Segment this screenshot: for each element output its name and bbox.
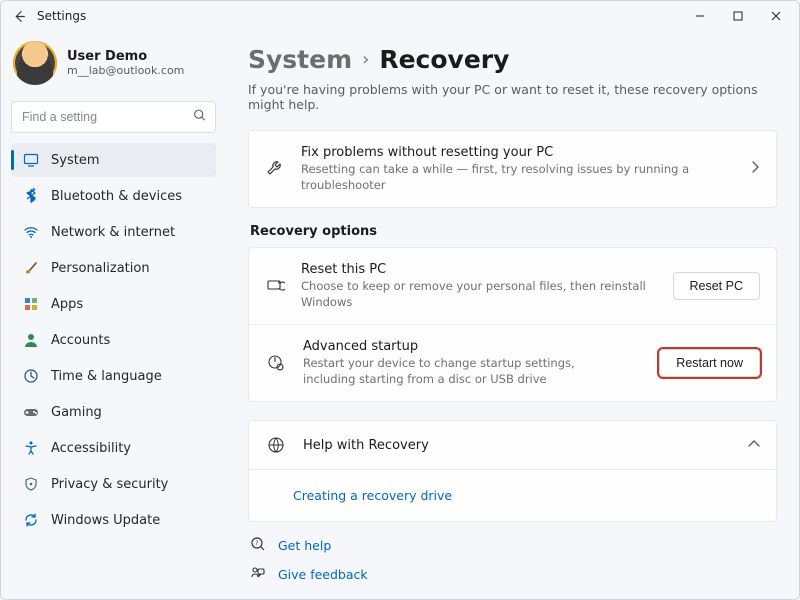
window-controls: [681, 2, 795, 30]
sidebar-item-gaming[interactable]: Gaming: [11, 395, 216, 429]
nav-list: System Bluetooth & devices Network & int…: [11, 143, 216, 537]
restart-now-button[interactable]: Restart now: [659, 349, 760, 377]
help-title-wrap: Help with Recovery: [303, 438, 429, 453]
nav-label: Accounts: [51, 333, 110, 348]
reset-title: Reset this PC: [301, 262, 657, 277]
advanced-title: Advanced startup: [303, 339, 583, 354]
avatar: [13, 41, 57, 85]
help-title: Help with Recovery: [303, 438, 429, 453]
sidebar-item-accessibility[interactable]: Accessibility: [11, 431, 216, 465]
sidebar-item-bluetooth[interactable]: Bluetooth & devices: [11, 179, 216, 213]
nav-label: Windows Update: [51, 513, 160, 528]
apps-icon: [23, 296, 39, 312]
advanced-startup-row: Advanced startup Restart your device to …: [249, 325, 776, 401]
main-panel: System › Recovery If you're having probl…: [226, 31, 799, 599]
reset-pc-row: Reset this PC Choose to keep or remove y…: [249, 248, 776, 325]
bluetooth-icon: [23, 188, 39, 204]
wifi-icon: [23, 224, 39, 240]
settings-window: Settings User Demo m__lab@outlook.com: [0, 0, 800, 600]
profile-email: m__lab@outlook.com: [67, 64, 184, 77]
search-input-wrap: [11, 101, 216, 133]
svg-text:?: ?: [255, 540, 258, 547]
reset-desc: Choose to keep or remove your personal f…: [301, 279, 657, 310]
recovery-drive-link[interactable]: Creating a recovery drive: [293, 488, 452, 503]
nav-label: Bluetooth & devices: [51, 189, 182, 204]
get-help-link[interactable]: ? Get help: [250, 536, 777, 555]
nav-label: Network & internet: [51, 225, 175, 240]
feedback-label: Give feedback: [278, 567, 368, 582]
minimize-icon: [695, 11, 705, 21]
sidebar-item-privacy[interactable]: Privacy & security: [11, 467, 216, 501]
fix-text: Fix problems without resetting your PC R…: [301, 145, 734, 193]
sidebar-item-personalization[interactable]: Personalization: [11, 251, 216, 285]
nav-label: Personalization: [51, 261, 150, 276]
sidebar: User Demo m__lab@outlook.com System Blue…: [1, 31, 226, 599]
breadcrumb-sep: ›: [362, 49, 369, 70]
title-bar: Settings: [1, 1, 799, 31]
nav-label: Gaming: [51, 405, 102, 420]
advanced-text: Advanced startup Restart your device to …: [303, 339, 583, 387]
content-area: User Demo m__lab@outlook.com System Blue…: [1, 31, 799, 599]
fix-desc: Resetting can take a while — first, try …: [301, 162, 734, 193]
recovery-options-header: Recovery options: [250, 224, 777, 239]
person-icon: [23, 332, 39, 348]
give-feedback-link[interactable]: Give feedback: [250, 565, 777, 584]
fix-title: Fix problems without resetting your PC: [301, 145, 734, 160]
maximize-button[interactable]: [719, 2, 757, 30]
breadcrumb-current: Recovery: [379, 45, 509, 74]
chevron-up-icon: [748, 438, 760, 453]
update-icon: [23, 512, 39, 528]
sidebar-item-time[interactable]: Time & language: [11, 359, 216, 393]
footer-links: ? Get help Give feedback: [248, 536, 777, 584]
wrench-icon: [265, 159, 285, 179]
reset-pc-button[interactable]: Reset PC: [673, 272, 761, 300]
advanced-desc: Restart your device to change startup se…: [303, 356, 583, 387]
sidebar-item-accounts[interactable]: Accounts: [11, 323, 216, 357]
get-help-label: Get help: [278, 538, 331, 553]
maximize-icon: [733, 11, 743, 21]
help-header-row[interactable]: Help with Recovery: [249, 421, 776, 469]
search-icon: [193, 109, 206, 126]
feedback-icon: [250, 565, 266, 584]
sidebar-item-network[interactable]: Network & internet: [11, 215, 216, 249]
profile-text: User Demo m__lab@outlook.com: [67, 49, 184, 77]
power-gear-icon: [265, 353, 287, 373]
help-link-row: Creating a recovery drive: [249, 469, 776, 521]
brush-icon: [23, 260, 39, 276]
reset-text: Reset this PC Choose to keep or remove y…: [301, 262, 657, 310]
minimize-button[interactable]: [681, 2, 719, 30]
close-icon: [771, 11, 781, 21]
breadcrumb-parent[interactable]: System: [248, 45, 352, 74]
nav-label: Privacy & security: [51, 477, 168, 492]
clock-globe-icon: [23, 368, 39, 384]
search-input[interactable]: [11, 101, 216, 133]
breadcrumb: System › Recovery: [248, 45, 777, 74]
chevron-right-icon: [750, 161, 760, 177]
nav-label: System: [51, 153, 99, 168]
app-title: Settings: [37, 9, 86, 23]
profile-block[interactable]: User Demo m__lab@outlook.com: [11, 37, 216, 101]
recovery-options-group: Reset this PC Choose to keep or remove y…: [248, 247, 777, 402]
page-subtitle: If you're having problems with your PC o…: [248, 82, 777, 112]
reset-icon: [265, 276, 285, 296]
back-button[interactable]: [5, 2, 33, 30]
system-icon: [23, 152, 39, 168]
profile-name: User Demo: [67, 49, 184, 64]
nav-label: Apps: [51, 297, 83, 312]
sidebar-item-apps[interactable]: Apps: [11, 287, 216, 321]
close-button[interactable]: [757, 2, 795, 30]
globe-icon: [265, 435, 287, 455]
sidebar-item-update[interactable]: Windows Update: [11, 503, 216, 537]
gamepad-icon: [23, 404, 39, 420]
help-with-recovery-card: Help with Recovery Creating a recovery d…: [248, 420, 777, 522]
help-icon: ?: [250, 536, 266, 555]
shield-icon: [23, 476, 39, 492]
accessibility-icon: [23, 440, 39, 456]
fix-problems-card[interactable]: Fix problems without resetting your PC R…: [248, 130, 777, 208]
arrow-left-icon: [13, 10, 26, 23]
nav-label: Accessibility: [51, 441, 131, 456]
nav-label: Time & language: [51, 369, 162, 384]
sidebar-item-system[interactable]: System: [11, 143, 216, 177]
